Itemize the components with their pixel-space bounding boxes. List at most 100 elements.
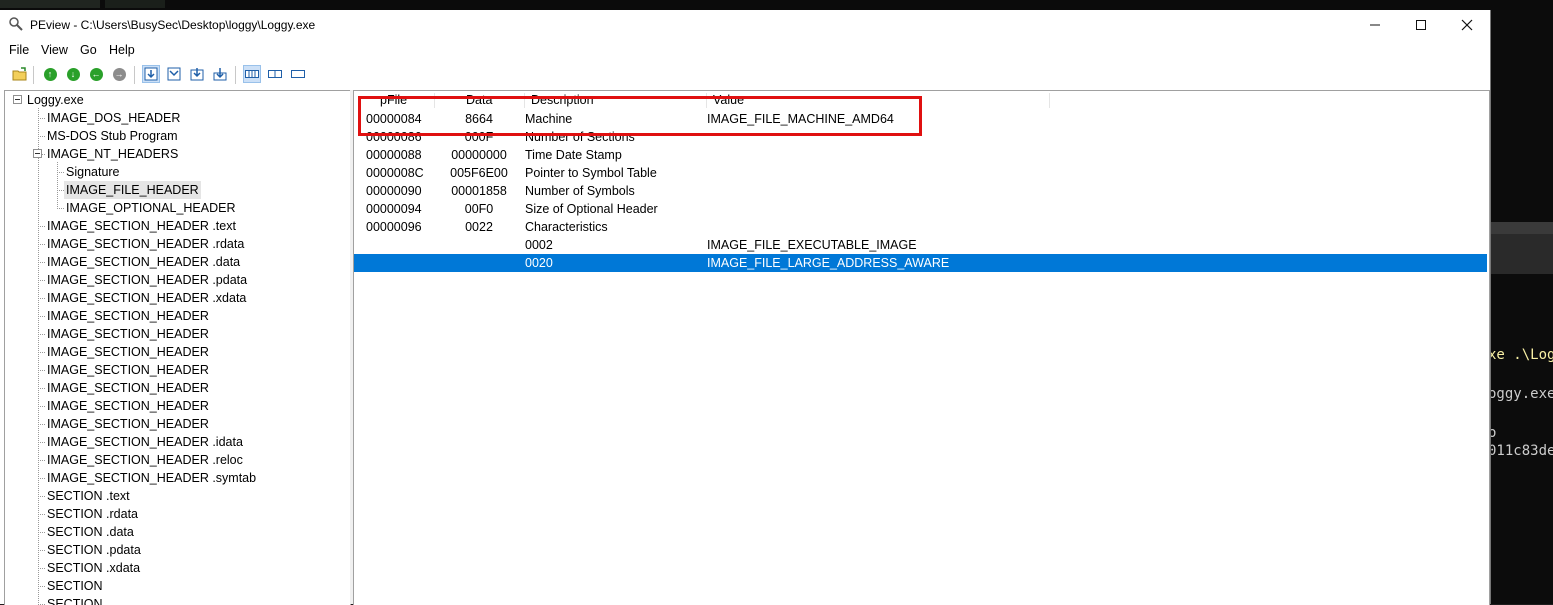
desktop-taskbar-tab	[105, 0, 165, 8]
collapse-icon[interactable]	[13, 95, 22, 104]
view-export-icon[interactable]	[211, 65, 229, 83]
tree-connector	[38, 514, 45, 515]
tree-item[interactable]: IMAGE_SECTION_HEADER .reloc	[47, 451, 243, 469]
view-word-icon[interactable]	[289, 65, 307, 83]
tree-connector	[38, 352, 45, 353]
menu-go[interactable]: Go	[80, 43, 97, 57]
title-bar[interactable]: PEview - C:\Users\BusySec\Desktop\loggy\…	[0, 10, 1490, 40]
column-divider[interactable]	[1049, 93, 1050, 108]
terminal-titlebar	[1490, 234, 1553, 274]
tree-connector	[38, 226, 45, 227]
tree-connector	[38, 118, 45, 119]
tree-item[interactable]: SECTION .xdata	[47, 559, 140, 577]
list-row[interactable]: 00000090 00001858 Number of Symbols	[354, 182, 1487, 200]
details-list[interactable]: pFile Data Description Value 00000084 866…	[353, 90, 1490, 605]
tree-connector	[38, 280, 45, 281]
tree-connector	[38, 388, 45, 389]
cell-pfile: 0000008C	[366, 166, 424, 180]
cell-description: Number of Symbols	[525, 184, 635, 198]
annotation-highlight-box	[358, 96, 922, 136]
cell-description: Characteristics	[525, 220, 608, 234]
cell-data: 00000000	[451, 148, 507, 162]
tree-item[interactable]: IMAGE_SECTION_HEADER .symtab	[47, 469, 256, 487]
list-row[interactable]: 0002 IMAGE_FILE_EXECUTABLE_IMAGE	[354, 236, 1487, 254]
tree-item[interactable]: IMAGE_SECTION_HEADER .text	[47, 217, 236, 235]
terminal-line: 011c83de	[1490, 443, 1553, 459]
tree-connector	[38, 460, 45, 461]
terminal-tab-strip	[1490, 222, 1553, 234]
tree-connector	[38, 568, 45, 569]
tree-item[interactable]: IMAGE_SECTION_HEADER	[47, 325, 209, 343]
list-row[interactable]: 0000008C 005F6E00 Pointer to Symbol Table	[354, 164, 1487, 182]
menu-view[interactable]: View	[41, 43, 68, 57]
tree-connector	[38, 532, 45, 533]
window-title: PEview - C:\Users\BusySec\Desktop\loggy\…	[30, 18, 316, 32]
tree-connector	[38, 136, 45, 137]
go-up-icon[interactable]: ↑	[41, 65, 59, 83]
tree-item[interactable]: IMAGE_SECTION_HEADER .xdata	[47, 289, 246, 307]
view-header-icon[interactable]	[165, 65, 183, 83]
tree-item[interactable]: IMAGE_DOS_HEADER	[47, 109, 180, 127]
list-row[interactable]: 00000096 0022 Characteristics	[354, 218, 1487, 236]
tree-item[interactable]: MS-DOS Stub Program	[47, 127, 178, 145]
list-row[interactable]: 00000088 00000000 Time Date Stamp	[354, 146, 1487, 164]
tree-item[interactable]: SECTION .text	[47, 487, 130, 505]
go-forward-icon[interactable]: →	[110, 65, 128, 83]
go-down-icon[interactable]: ↓	[64, 65, 82, 83]
tree-item[interactable]: IMAGE_SECTION_HEADER .idata	[47, 433, 243, 451]
maximize-button[interactable]	[1398, 10, 1444, 40]
open-file-icon[interactable]	[11, 65, 29, 83]
tree-item[interactable]: IMAGE_SECTION_HEADER	[47, 415, 209, 433]
tree-item[interactable]: IMAGE_OPTIONAL_HEADER	[66, 199, 236, 217]
terminal-window: xe .\Log oggy.exe o 011c83de	[1490, 10, 1553, 604]
cell-description: Pointer to Symbol Table	[525, 166, 657, 180]
tree-item[interactable]: Signature	[66, 163, 120, 181]
tree-item[interactable]: SECTION .data	[47, 523, 134, 541]
cell-data: 00F0	[464, 202, 494, 216]
view-data-icon[interactable]	[188, 65, 206, 83]
tree-item[interactable]: IMAGE_SECTION_HEADER	[47, 343, 209, 361]
list-row[interactable]: 00000094 00F0 Size of Optional Header	[354, 200, 1487, 218]
tree-item[interactable]: SECTION .pdata	[47, 541, 141, 559]
tree-connector	[38, 496, 45, 497]
tree-item[interactable]: IMAGE_SECTION_HEADER .pdata	[47, 271, 247, 289]
cell-data: 0022	[465, 220, 493, 234]
tree-item[interactable]: IMAGE_NT_HEADERS	[47, 145, 178, 163]
go-back-icon[interactable]: ←	[87, 65, 105, 83]
tree-item[interactable]: IMAGE_SECTION_HEADER	[47, 307, 209, 325]
menu-bar: File View Go Help	[0, 40, 1490, 60]
terminal-line: oggy.exe	[1490, 386, 1553, 402]
view-hex-icon[interactable]	[243, 65, 261, 83]
list-row[interactable]: 0020 IMAGE_FILE_LARGE_ADDRESS_AWARE	[354, 254, 1487, 272]
view-section-icon[interactable]	[142, 65, 160, 83]
tree-item[interactable]: SECTION .rdata	[47, 505, 138, 523]
close-button[interactable]	[1444, 10, 1490, 40]
toolbar: ↑ ↓ ← →	[0, 62, 1490, 88]
tree-item[interactable]: IMAGE_SECTION_HEADER	[47, 397, 209, 415]
cell-data: 00001858	[451, 184, 507, 198]
menu-file[interactable]: File	[9, 43, 29, 57]
tree-connector	[38, 478, 45, 479]
cell-pfile: 00000088	[366, 148, 422, 162]
menu-help[interactable]: Help	[109, 43, 135, 57]
tree-item[interactable]: IMAGE_SECTION_HEADER	[47, 379, 209, 397]
cell-description: 0020	[525, 256, 553, 270]
tree-pane[interactable]: Loggy.exe IMAGE_DOS_HEADER MS-DOS Stub Pr…	[4, 90, 351, 605]
tree-item[interactable]: SECTION	[47, 577, 103, 595]
cell-data: 005F6E00	[450, 166, 508, 180]
cell-pfile: 00000096	[366, 220, 422, 234]
terminal-line: xe .\Log	[1490, 347, 1553, 363]
tree-connector	[38, 550, 45, 551]
view-dword-icon[interactable]	[266, 65, 284, 83]
toolbar-separator	[33, 66, 34, 84]
minimize-button[interactable]	[1352, 10, 1398, 40]
tree-item[interactable]: IMAGE_FILE_HEADER	[64, 181, 201, 199]
tree-connector	[38, 244, 45, 245]
tree-item[interactable]: IMAGE_SECTION_HEADER	[47, 361, 209, 379]
tree-item[interactable]: IMAGE_SECTION_HEADER .rdata	[47, 235, 244, 253]
tree-connector	[38, 262, 45, 263]
tree-connector	[38, 334, 45, 335]
tree-root[interactable]: Loggy.exe	[27, 91, 84, 109]
collapse-icon[interactable]	[33, 149, 42, 158]
tree-item[interactable]: IMAGE_SECTION_HEADER .data	[47, 253, 240, 271]
